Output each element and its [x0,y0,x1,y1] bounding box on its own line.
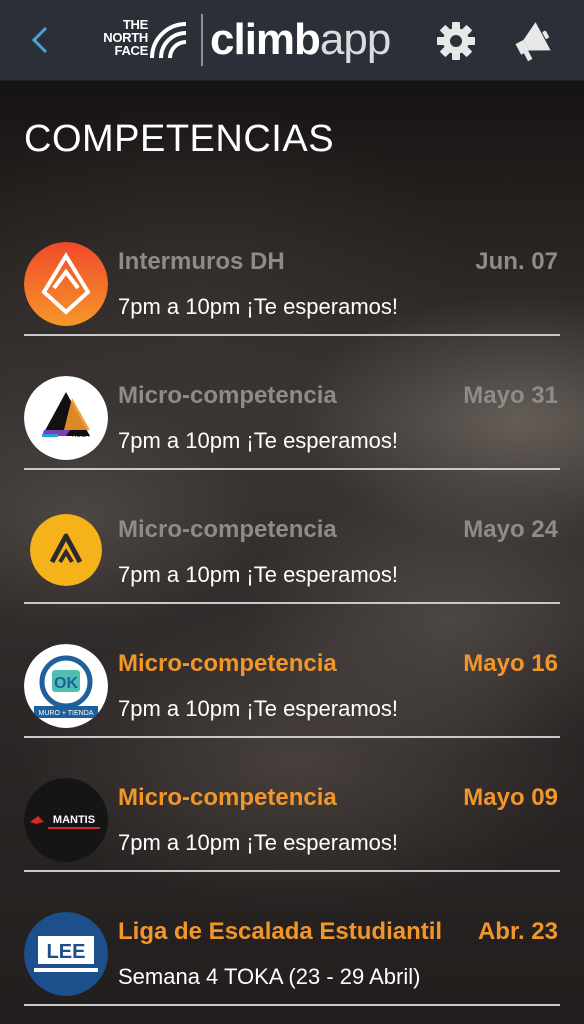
competition-name: Liga de Escalada Estudiantil [118,918,443,945]
mantis-logo: MANTIS [24,778,108,862]
competition-item-a-yellow[interactable]: Micro-competencia Mayo 24 7pm a 10pm ¡Te… [24,470,560,604]
intermuros-logo [24,242,108,326]
competition-subtitle: 7pm a 10pm ¡Te esperamos! [118,294,399,319]
app-header: THE NORTH FACE climbapp [0,0,584,81]
a-yellow-logo [30,514,102,586]
competition-name: Micro-competencia [118,382,337,409]
back-button[interactable] [22,22,58,58]
competition-date: Mayo 16 [463,650,558,677]
the-north-face-logo: THE NORTH FACE [90,16,190,66]
competition-item-roca[interactable]: ROCA Micro-competencia Mayo 31 7pm a 10p… [24,336,560,470]
roca-logo-text: ROCA [72,433,89,439]
competition-name: Micro-competencia [118,650,337,677]
competition-date: Mayo 31 [463,382,558,409]
brand-bold: climb [210,15,321,64]
competition-subtitle: 7pm a 10pm ¡Te esperamos! [118,562,399,587]
competition-date: Abr. 23 [477,918,558,945]
ok-logo-text: MURO + TIENDA [39,710,94,717]
competition-item-intermuros[interactable]: Intermuros DH Jun. 07 7pm a 10pm ¡Te esp… [24,202,560,336]
svg-text:OK: OK [54,675,78,692]
competition-subtitle: Semana 4 TOKA (23 - 29 Abril) [118,964,421,989]
competition-item-ok[interactable]: OK MURO + TIENDA Micro-competencia Mayo … [24,604,560,738]
tnf-logo-line-3: FACE [114,43,149,58]
competition-date: Mayo 24 [463,516,558,543]
announcements-button[interactable] [510,20,554,62]
megaphone-icon [515,22,551,62]
competition-name: Intermuros DH [118,248,285,275]
competition-name: Micro-competencia [118,784,337,811]
competition-subtitle: 7pm a 10pm ¡Te esperamos! [118,428,399,453]
competition-item-mantis[interactable]: MANTIS Micro-competencia Mayo 09 7pm a 1… [24,738,560,872]
tnf-half-dome-icon [150,22,187,59]
page-title: COMPETENCIAS [24,118,335,160]
competition-date: Jun. 07 [475,248,558,275]
brand-light: app [319,15,391,64]
ok-muro-tienda-logo: OK MURO + TIENDA [24,644,108,728]
lee-logo: LEE [24,912,108,996]
chevron-left-icon [31,26,48,54]
competitions-list: Intermuros DH Jun. 07 7pm a 10pm ¡Te esp… [24,202,560,1006]
competition-item-lee[interactable]: LEE Liga de Escalada Estudiantil Abr. 23… [24,872,560,1006]
competition-date: Mayo 09 [463,784,558,811]
roca-logo: ROCA [24,376,108,460]
header-divider [201,14,203,66]
settings-button[interactable] [436,21,476,61]
competition-name: Micro-competencia [118,516,337,543]
competition-subtitle: 7pm a 10pm ¡Te esperamos! [118,830,399,855]
gear-icon [437,22,475,60]
competition-subtitle: 7pm a 10pm ¡Te esperamos! [118,696,399,721]
lee-logo-text: LEE [47,941,86,963]
climbapp-wordmark: climbapp [210,14,391,66]
mantis-logo-text: MANTIS [53,814,95,826]
